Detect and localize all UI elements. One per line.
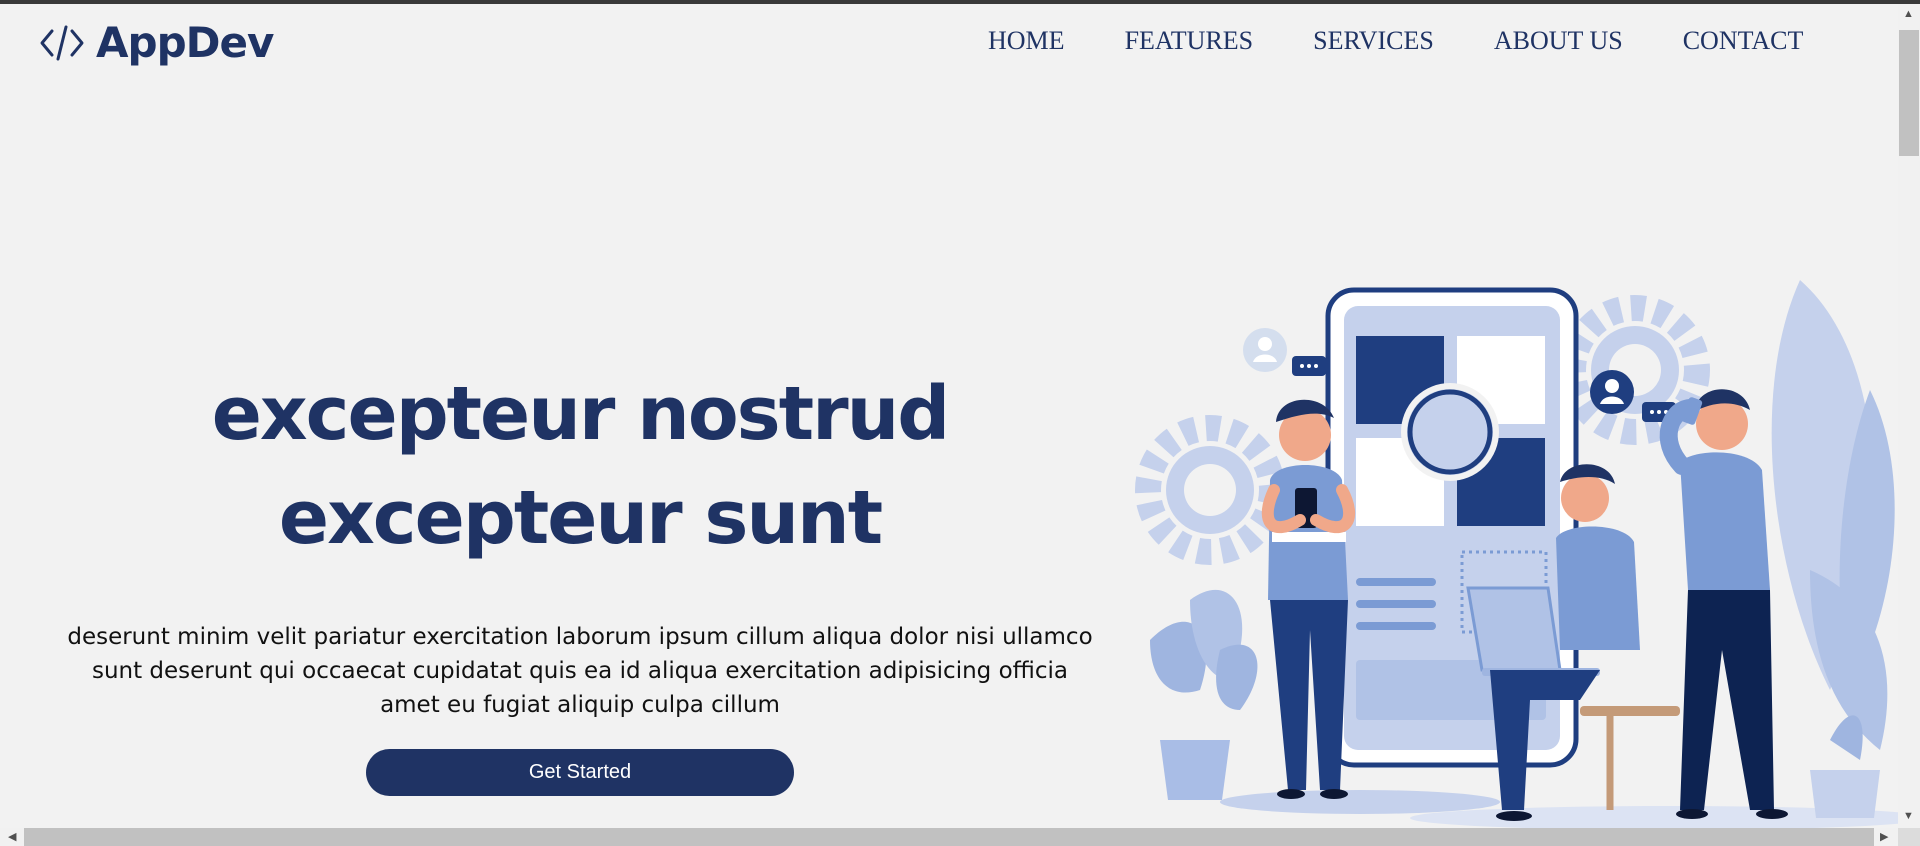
window-top-border [0, 0, 1920, 4]
main-nav: HOME FEATURES SERVICES ABOUT US CONTACT [988, 26, 1803, 56]
scroll-right-icon[interactable]: ▶ [1880, 830, 1888, 843]
nav-services[interactable]: SERVICES [1313, 26, 1434, 56]
hero-title: excepteur nostrud excepteur sunt [211, 371, 951, 561]
horizontal-scroll-thumb[interactable] [24, 828, 1874, 846]
scroll-up-icon[interactable]: ▲ [1903, 8, 1914, 20]
vertical-scroll-thumb[interactable] [1899, 30, 1919, 156]
hero-illustration [1135, 280, 1900, 830]
scroll-left-icon[interactable]: ◀ [8, 830, 16, 843]
nav-home[interactable]: HOME [988, 26, 1065, 56]
logo[interactable]: AppDev [38, 18, 274, 67]
scrollbar-corner [1898, 828, 1920, 846]
code-brackets-icon [40, 25, 84, 60]
logo-text: AppDev [96, 18, 274, 67]
get-started-button[interactable]: Get Started [366, 749, 794, 796]
nav-about-us[interactable]: ABOUT US [1494, 26, 1623, 56]
hero-description: deserunt minim velit pariatur exercitati… [67, 624, 1093, 718]
gear-icon [1135, 415, 1285, 565]
nav-contact[interactable]: CONTACT [1683, 26, 1804, 56]
nav-features[interactable]: FEATURES [1125, 26, 1254, 56]
scroll-down-icon[interactable]: ▼ [1903, 810, 1914, 822]
